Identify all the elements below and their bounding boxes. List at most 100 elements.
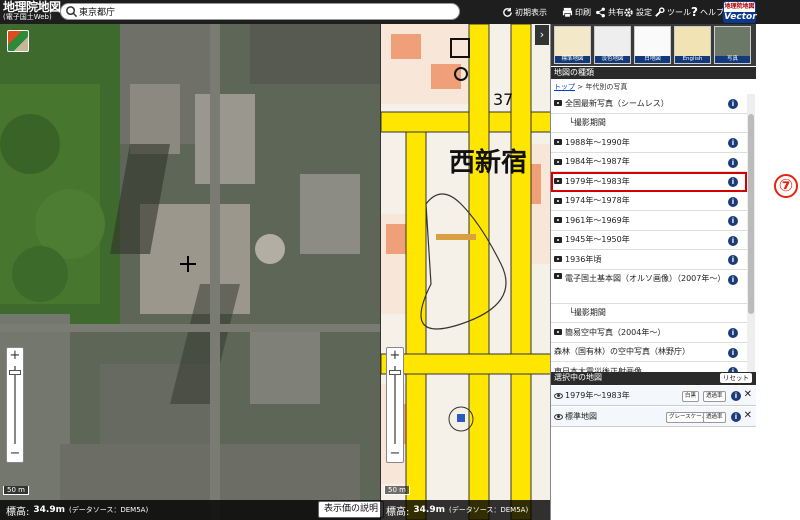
camera-icon <box>554 158 562 165</box>
camera-icon <box>554 272 562 279</box>
list-item-label: 森林（国有林）の空中写真（林野庁） <box>554 347 690 357</box>
panel-collapse-chevron-icon[interactable]: › <box>535 25 549 45</box>
breadcrumb: トップ > 年代別の写真 <box>554 82 627 92</box>
route-number-label: 37 <box>493 90 514 109</box>
list-item-label: 1945年〜1950年 <box>565 235 630 245</box>
list-item[interactable]: 電子国土基本図（オルソ画像）（2007年〜） i <box>551 270 747 304</box>
aerial-photo-map[interactable]: + − 50 m <box>0 24 380 520</box>
eye-icon[interactable] <box>554 392 563 399</box>
breadcrumb-top-link[interactable]: トップ <box>554 83 575 91</box>
info-icon[interactable]: i <box>728 347 738 358</box>
search-icon[interactable] <box>65 5 78 18</box>
info-icon[interactable]: i <box>728 274 738 285</box>
logo-main-text: 地理院地図 <box>3 0 61 14</box>
initial-view-label: 初期表示 <box>515 7 547 17</box>
tile-photo-label: 写真 <box>715 56 750 63</box>
zoom-in-button-right[interactable]: + <box>387 348 403 364</box>
list-item[interactable]: 1984年〜1987年 i <box>551 153 747 172</box>
zoom-out-button-right[interactable]: − <box>387 446 403 462</box>
list-item-label: 1979年〜1983年 <box>565 176 630 186</box>
print-button[interactable]: 印刷 <box>562 5 591 19</box>
info-icon[interactable]: i <box>728 196 738 207</box>
right-zoom-control[interactable]: + − <box>386 347 404 463</box>
selected-map-row[interactable]: 1979年〜1983年 白黒 透過率 i ✕ <box>551 386 756 406</box>
selected-maps-header: 選択中の地図 リセット <box>551 372 756 385</box>
info-icon[interactable]: i <box>728 177 738 187</box>
share-icon <box>596 7 605 17</box>
layer-panel: 標準地図 淡色地図 白地図 English 写真 地図の種類 トップ > 年代別… <box>550 24 756 520</box>
zoom-slider-knob[interactable] <box>9 370 21 375</box>
list-item[interactable]: 1988年〜1990年 i <box>551 133 747 153</box>
search-box[interactable] <box>60 3 460 20</box>
search-input[interactable] <box>79 5 449 18</box>
list-item-label: 簡易空中写真（2004年〜） <box>565 327 666 337</box>
list-item-label: 全国最新写真（シームレス） <box>565 98 669 108</box>
info-icon[interactable]: i <box>728 255 738 265</box>
info-icon[interactable]: i <box>731 412 741 422</box>
info-icon[interactable]: i <box>728 216 738 226</box>
settings-button[interactable]: 設定 <box>623 5 652 19</box>
color-mode-button[interactable]: 白黒 <box>682 391 700 402</box>
tile-english[interactable]: English <box>674 26 711 64</box>
selected-maps-title: 選択中の地図 <box>554 373 602 382</box>
data-source-right: (データソース：DEM5A) <box>448 506 529 514</box>
app-logo[interactable]: 地理院地図 (電子国土Web) <box>3 1 61 21</box>
list-item[interactable]: 1945年〜1950年 i <box>551 231 747 250</box>
close-icon[interactable]: ✕ <box>744 410 752 421</box>
elevation-value-left: 34.9m <box>33 505 65 515</box>
zoom-slider-knob-right[interactable] <box>389 370 401 375</box>
layer-list-scrollbar[interactable] <box>747 94 755 372</box>
list-item-selected[interactable]: 1979年〜1983年 i <box>551 172 747 192</box>
standard-map[interactable]: 西新宿 37 + − 50 m <box>380 24 550 520</box>
help-button[interactable]: ? ヘルプ <box>691 5 724 19</box>
info-icon[interactable]: i <box>728 235 738 246</box>
info-icon[interactable]: i <box>728 157 738 168</box>
district-label: 西新宿 <box>449 148 528 178</box>
list-item[interactable]: 東日本大震災後正射画像 i <box>551 362 747 372</box>
question-icon: ? <box>691 5 698 19</box>
share-button[interactable]: 共有 <box>595 5 624 19</box>
info-icon[interactable]: i <box>728 328 738 338</box>
map-types-header: 地図の種類 <box>551 67 756 79</box>
reset-button[interactable]: リセット <box>720 373 752 383</box>
tile-photo[interactable]: 写真 <box>714 26 751 64</box>
info-icon[interactable]: i <box>728 99 738 109</box>
list-item[interactable]: 1936年頃 i <box>551 250 747 270</box>
list-item[interactable]: 簡易空中写真（2004年〜） i <box>551 323 747 343</box>
left-zoom-control[interactable]: + − <box>6 347 24 463</box>
zoom-slider[interactable] <box>7 364 23 446</box>
zoom-in-button[interactable]: + <box>7 348 23 364</box>
elevation-label-right: 標高: <box>386 506 410 518</box>
opacity-button[interactable]: 透過率 <box>703 391 726 402</box>
info-icon[interactable]: i <box>731 391 741 401</box>
list-item[interactable]: 1961年〜1969年 i <box>551 211 747 231</box>
zoom-slider-right[interactable] <box>387 364 403 446</box>
layer-list[interactable]: 全国最新写真（シームレス） i └撮影期間 1988年〜1990年 i 1984年〜198… <box>551 94 747 372</box>
info-icon[interactable]: i <box>728 138 738 148</box>
tile-pale[interactable]: 淡色地図 <box>594 26 631 64</box>
header-bar: 地理院地図 (電子国土Web) 初期表示 印刷 共有 設定 ツール ? ヘルプ … <box>0 0 800 24</box>
selected-map-row[interactable]: 標準地図 グレースケール 透過率 i ✕ <box>551 407 756 427</box>
tools-button[interactable]: ツール <box>654 5 691 19</box>
list-item-label: 1936年頃 <box>565 254 602 264</box>
legend-description-button[interactable]: 表示価の説明 <box>318 501 385 518</box>
vector-logo[interactable]: 地理院地図 Vector <box>723 1 757 23</box>
tile-blank[interactable]: 白地図 <box>634 26 671 64</box>
camera-icon <box>554 256 562 263</box>
eye-icon[interactable] <box>554 413 563 420</box>
tools-label: ツール <box>667 7 691 17</box>
tile-standard[interactable]: 標準地図 <box>554 26 591 64</box>
scrollbar-thumb[interactable] <box>748 114 754 314</box>
list-item[interactable]: └撮影期間 <box>551 114 747 133</box>
list-item[interactable]: └撮影期間 <box>551 304 747 323</box>
initial-view-button[interactable]: 初期表示 <box>502 5 547 19</box>
list-item[interactable]: 全国最新写真（シームレス） i <box>551 94 747 114</box>
zoom-out-button[interactable]: − <box>7 446 23 462</box>
close-icon[interactable]: ✕ <box>744 389 752 400</box>
layer-thumbnail-icon[interactable] <box>7 30 29 52</box>
scale-bar-left: 50 m <box>3 486 29 495</box>
scale-bar-right: 50 m <box>384 486 410 495</box>
list-item[interactable]: 森林（国有林）の空中写真（林野庁） i <box>551 343 747 362</box>
list-item[interactable]: 1974年〜1978年 i <box>551 192 747 211</box>
opacity-button[interactable]: 透過率 <box>703 412 726 423</box>
